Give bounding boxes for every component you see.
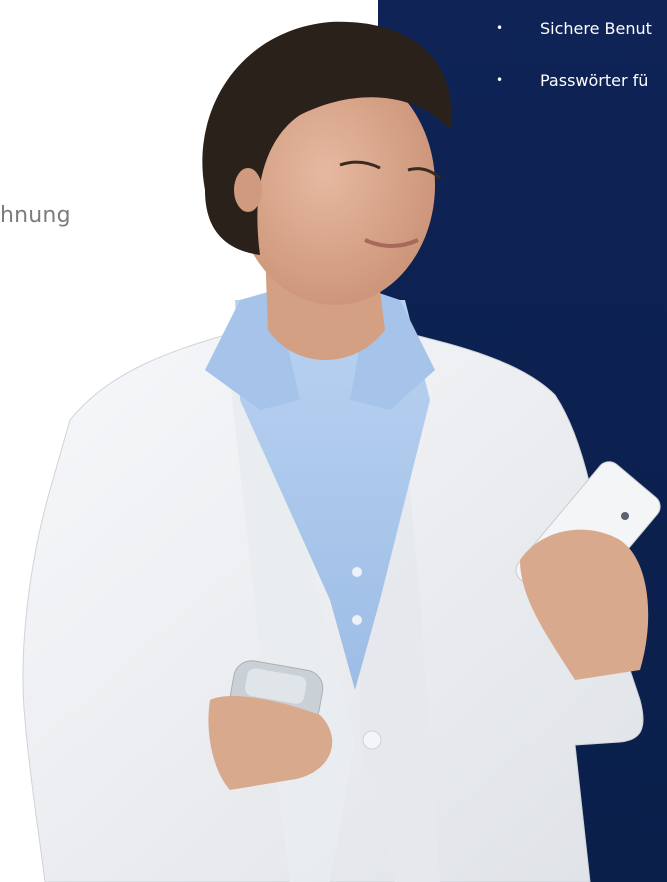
person-photo: [22, 21, 661, 882]
page-root: hnung • Sichere Benut • Passwörter fü: [0, 0, 667, 882]
